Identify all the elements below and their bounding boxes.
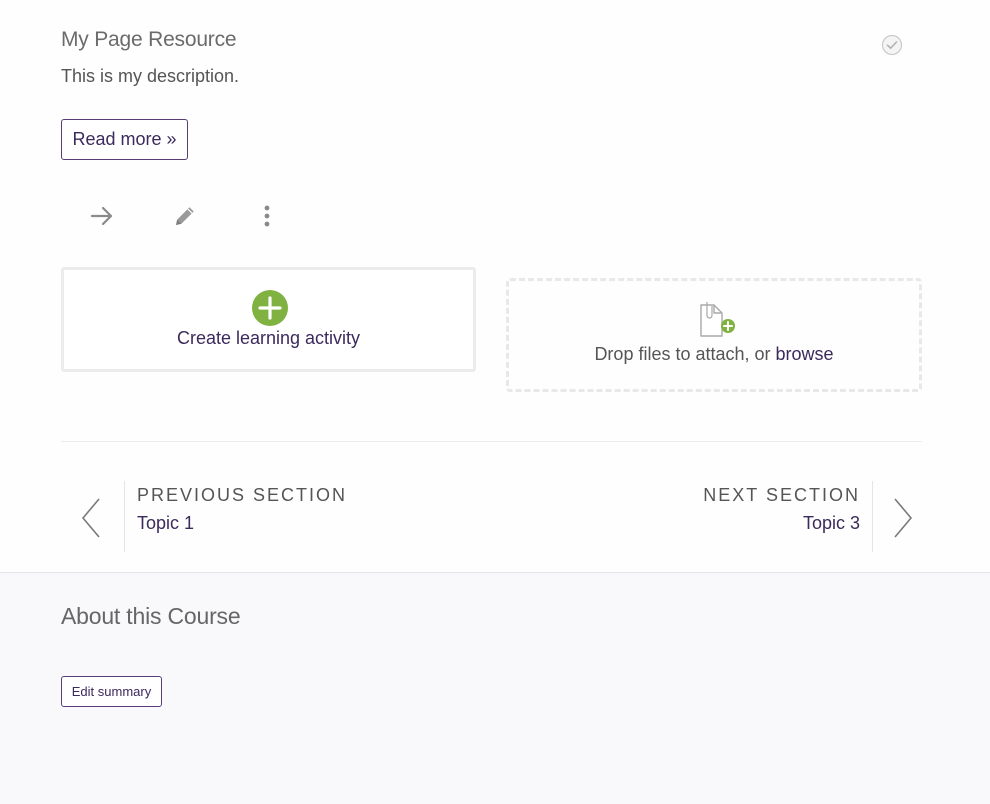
drop-files-label: Drop files to attach, or	[594, 344, 776, 364]
resource-description: This is my description.	[61, 66, 240, 86]
arrow-right-icon[interactable]	[88, 202, 116, 230]
create-activity-label: Create learning activity	[176, 328, 361, 348]
browse-link[interactable]: browse	[776, 344, 834, 364]
plus-circle-icon	[252, 290, 288, 326]
edit-summary-button[interactable]: Edit summary	[61, 676, 162, 707]
pencil-icon[interactable]	[171, 202, 199, 230]
section-divider	[61, 441, 922, 442]
about-course-title: About this Course	[61, 603, 241, 629]
about-course-section: About this Course Edit summary	[0, 572, 990, 804]
nav-separator-right	[872, 481, 873, 552]
completion-check-icon[interactable]	[881, 34, 903, 56]
next-section-heading[interactable]: NEXT SECTION	[703, 485, 860, 506]
create-activity-button[interactable]: Create learning activity	[61, 267, 476, 372]
next-section-link[interactable]: Topic 3	[803, 513, 860, 534]
more-vertical-icon[interactable]	[253, 202, 281, 230]
file-add-icon	[698, 301, 738, 339]
read-more-button[interactable]: Read more »	[61, 119, 188, 160]
chevron-left-icon[interactable]	[78, 496, 104, 540]
file-drop-zone[interactable]: Drop files to attach, or browse	[506, 278, 922, 392]
page: My Page Resource This is my description.…	[0, 0, 990, 804]
previous-section-heading[interactable]: PREVIOUS SECTION	[137, 485, 347, 506]
nav-separator-left	[124, 481, 125, 552]
previous-section-link[interactable]: Topic 1	[137, 513, 194, 534]
drop-files-text: Drop files to attach, or browse	[509, 344, 919, 365]
chevron-right-icon[interactable]	[890, 496, 916, 540]
resource-title[interactable]: My Page Resource	[61, 28, 237, 52]
